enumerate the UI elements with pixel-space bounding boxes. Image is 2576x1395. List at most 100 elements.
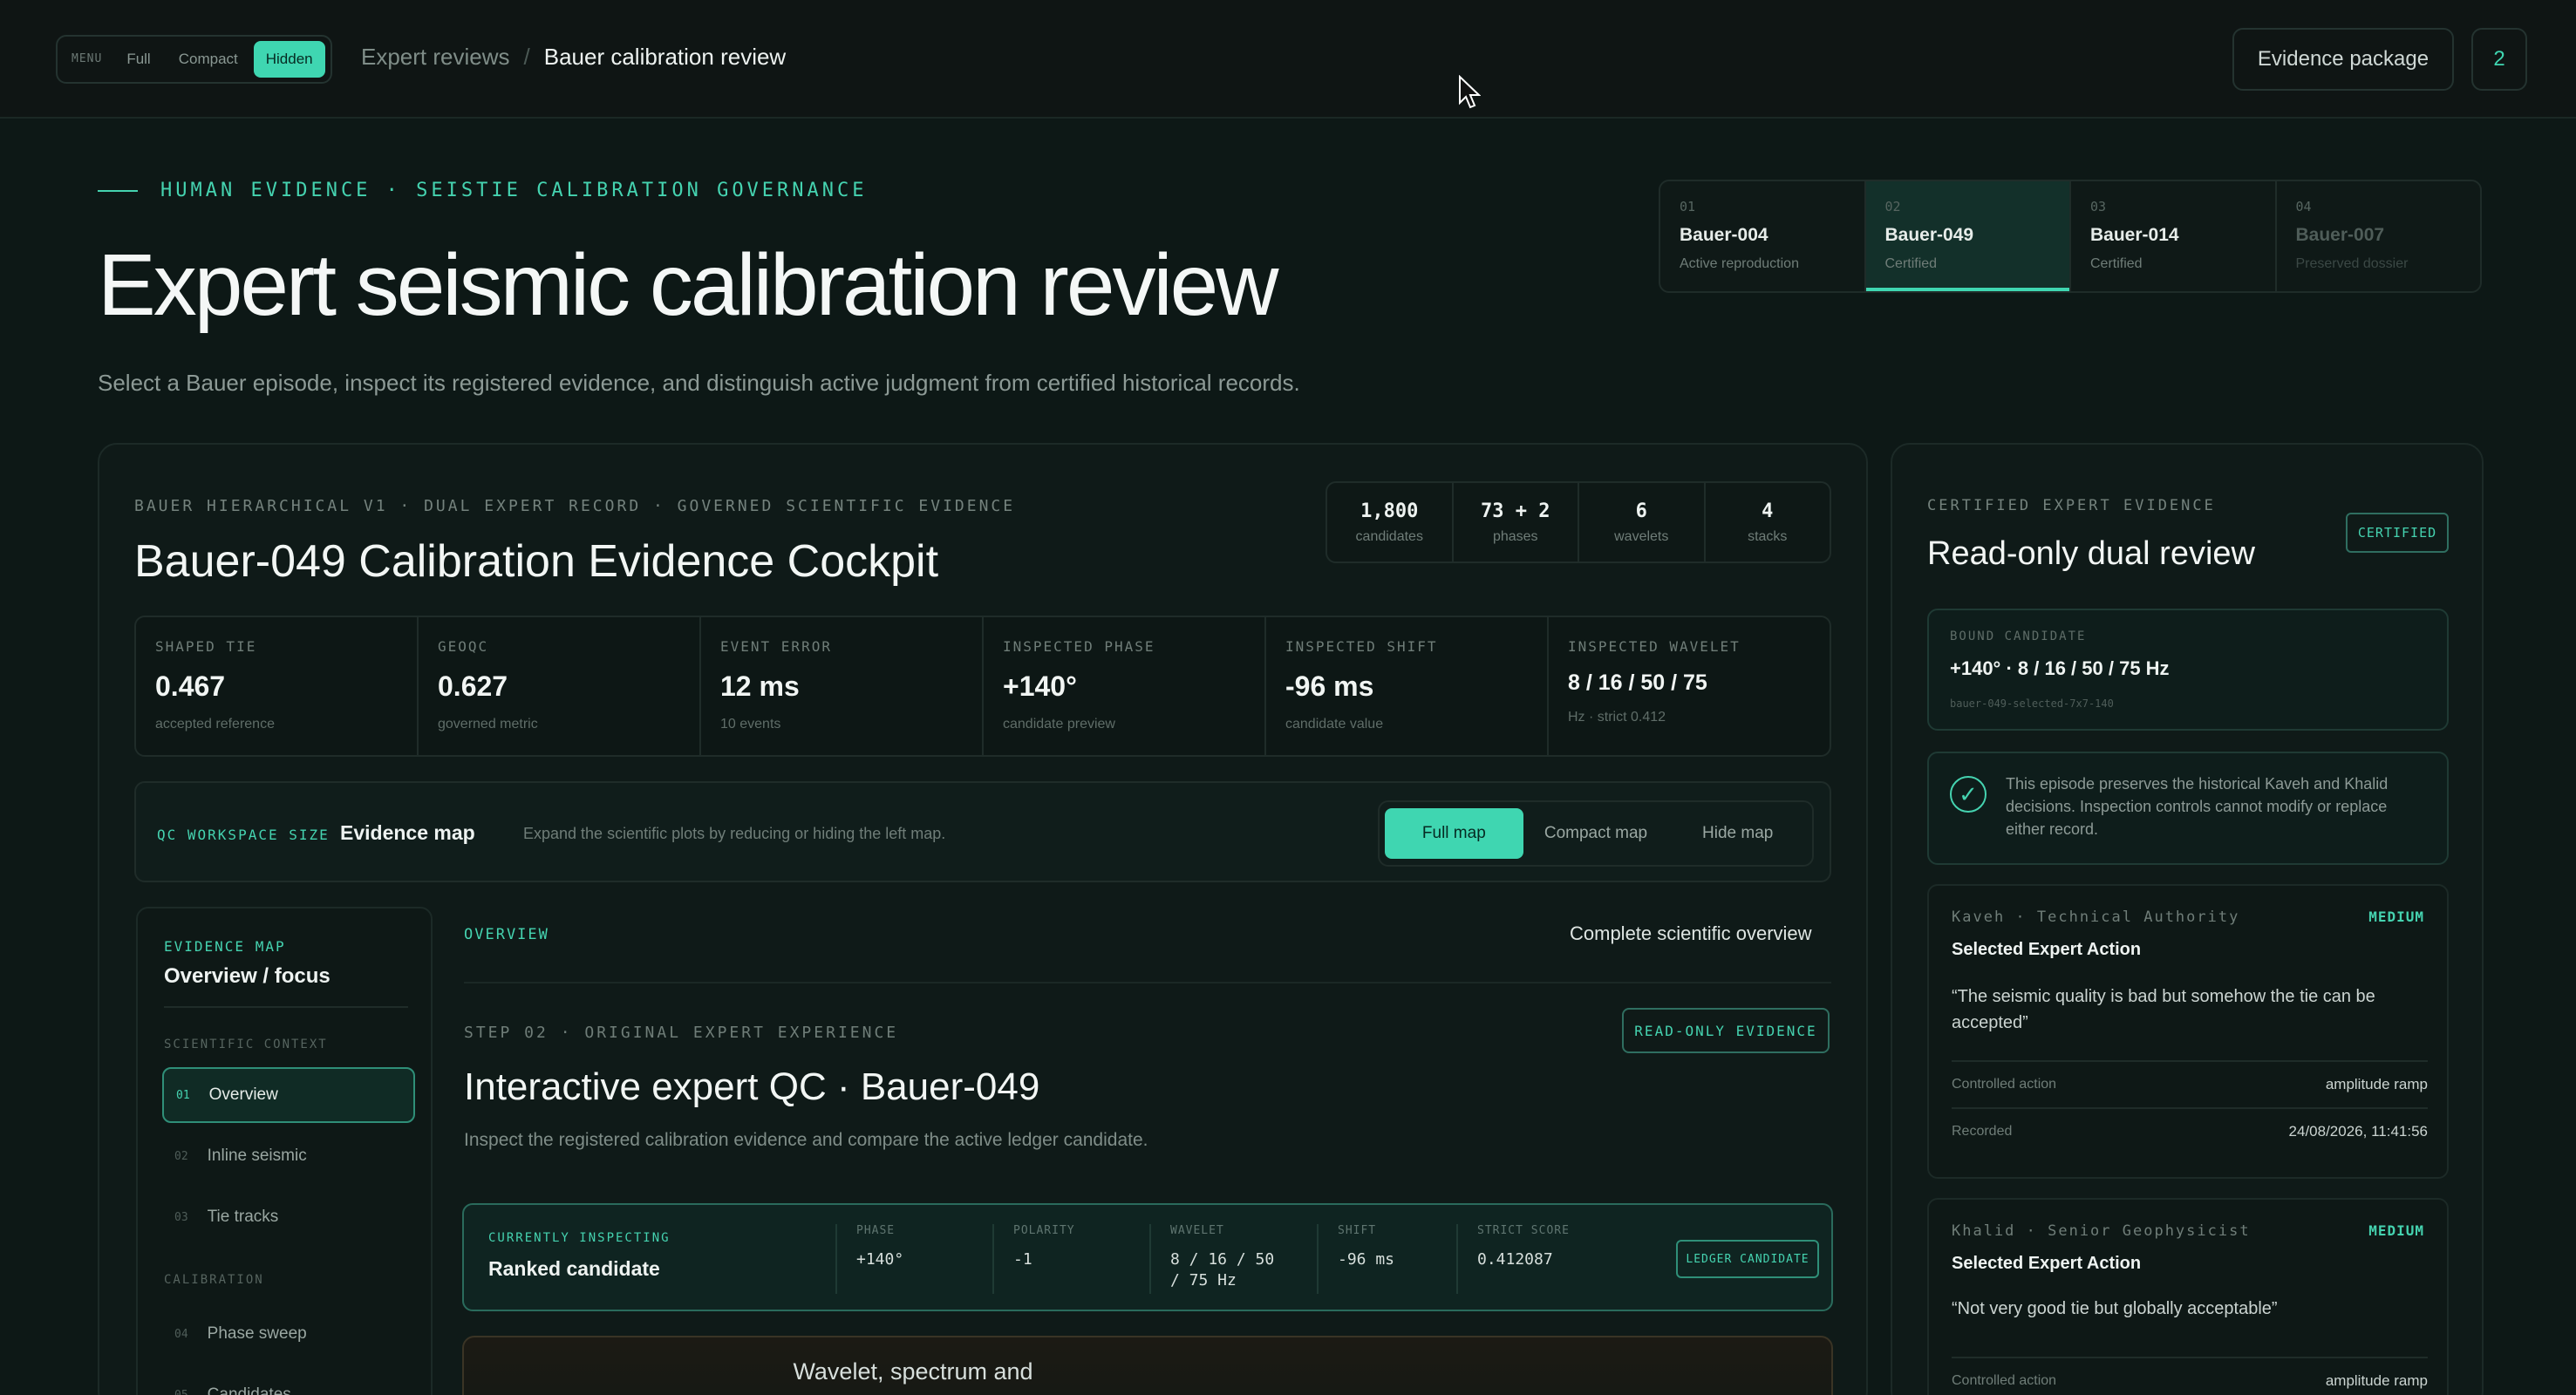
metric-shaped-tie: SHAPED TIE 0.467 accepted reference <box>136 617 419 755</box>
nav-group-calibration: CALIBRATION <box>164 1273 264 1287</box>
metric-label: GEOQC <box>438 638 489 655</box>
stat-phases: 73 + 2 phases <box>1454 483 1579 561</box>
review-row-controlled-action: Controlled action amplitude ramp <box>1952 1060 2428 1107</box>
divider <box>464 982 1831 983</box>
mouse-cursor-icon <box>1459 75 1481 109</box>
page-title: Expert seismic calibration review <box>98 236 1278 334</box>
inspect-field-label: STRICT SCORE <box>1477 1224 1570 1237</box>
episode-status: Certified <box>2090 256 2143 271</box>
metric-inspected-shift: INSPECTED SHIFT -96 ms candidate value <box>1266 617 1549 755</box>
episode-tab-bauer-049[interactable]: 02 Bauer-049 Certified <box>1865 181 2071 291</box>
nav-item-tie-tracks[interactable]: 03 Tie tracks <box>162 1189 415 1245</box>
qc-section-title: Interactive expert QC · Bauer-049 <box>464 1065 1040 1108</box>
nav-item-label: Tie tracks <box>207 1208 279 1226</box>
metric-event-error: EVENT ERROR 12 ms 10 events <box>701 617 984 755</box>
review-row-controlled-action: Controlled action amplitude ramp <box>1952 1357 2428 1395</box>
evidence-map-label: EVIDENCE MAP <box>164 938 286 955</box>
episode-tab-bauer-004[interactable]: 01 Bauer-004 Active reproduction <box>1660 181 1866 291</box>
page-subtitle: Select a Bauer episode, inspect its regi… <box>98 370 1300 396</box>
review-level-badge: MEDIUM <box>2368 908 2424 925</box>
nav-item-phase-sweep[interactable]: 04 Phase sweep <box>162 1306 415 1362</box>
metric-strip: SHAPED TIE 0.467 accepted reference GEOQ… <box>134 616 1831 757</box>
nav-item-label: Overview <box>208 1085 278 1104</box>
inspect-field-label: PHASE <box>856 1224 896 1237</box>
stat-label: phases <box>1492 529 1538 544</box>
metric-geoqc: GEOQC 0.627 governed metric <box>419 617 701 755</box>
hero-eyebrow-text: HUMAN EVIDENCE · SEISTIE CALIBRATION GOV… <box>160 180 868 201</box>
nav-item-number: 05 <box>174 1388 188 1395</box>
review-row-value: 24/08/2026, 11:41:56 <box>2288 1123 2428 1140</box>
episode-tab-bauer-014[interactable]: 03 Bauer-014 Certified <box>2071 181 2277 291</box>
inspect-phase: PHASE +140° <box>835 1224 984 1294</box>
episode-tab-bauer-007[interactable]: 04 Bauer-007 Preserved dossier <box>2277 181 2481 291</box>
nav-item-label: Inline seismic <box>207 1147 307 1165</box>
divider <box>164 1006 408 1008</box>
metric-value: 0.627 <box>438 670 508 702</box>
qc-workspace-bar: QC WORKSPACE SIZE Evidence map Expand th… <box>134 781 1831 882</box>
check-icon: ✓ <box>1950 776 1987 813</box>
map-size-switch: Full map Compact map Hide map <box>1378 800 1814 867</box>
review-row-key: Recorded <box>1952 1124 2013 1139</box>
nav-item-overview[interactable]: 01 Overview <box>162 1067 415 1123</box>
overview-scope: Complete scientific overview <box>1570 922 1812 944</box>
cockpit-title: Bauer-049 Calibration Evidence Cockpit <box>134 536 939 587</box>
certified-evidence-panel: CERTIFIED EXPERT EVIDENCE Read-only dual… <box>1891 443 2484 1395</box>
bound-candidate-id: bauer-049-selected-7x7-140 <box>1950 698 2114 710</box>
review-row-value: amplitude ramp <box>2325 1076 2428 1092</box>
inspect-polarity: POLARITY -1 <box>992 1224 1149 1294</box>
stat-wavelets: 6 wavelets <box>1579 483 1706 561</box>
metric-value: +140° <box>1003 670 1077 702</box>
qc-title: Evidence map <box>340 821 475 844</box>
menu-full-button[interactable]: Full <box>114 41 162 78</box>
menu-label: MENU <box>72 52 103 65</box>
review-row-value: amplitude ramp <box>2325 1372 2428 1389</box>
menu-hidden-button[interactable]: Hidden <box>253 41 325 78</box>
breadcrumb-expert-reviews[interactable]: Expert reviews <box>361 44 510 71</box>
full-map-button[interactable]: Full map <box>1385 808 1523 859</box>
certified-title: Read-only dual review <box>1927 535 2255 572</box>
qc-description: Expand the scientific plots by reducing … <box>523 825 946 842</box>
wavelet-panel-title: Wavelet, spectrum and <box>793 1358 1033 1385</box>
metric-inspected-phase: INSPECTED PHASE +140° candidate preview <box>984 617 1266 755</box>
stat-value: 73 + 2 <box>1481 500 1550 522</box>
metric-value: 12 ms <box>720 670 800 702</box>
review-action-title: Selected Expert Action <box>1952 1254 2142 1273</box>
preservation-note: ✓ This episode preserves the historical … <box>1927 752 2449 865</box>
certified-label: CERTIFIED EXPERT EVIDENCE <box>1927 497 2216 514</box>
inspect-field-value: -1 <box>1013 1250 1032 1269</box>
inspect-field-value: 8 / 16 / 50 / 75 Hz <box>1170 1250 1275 1290</box>
review-row-key: Controlled action <box>1952 1373 2057 1388</box>
ledger-candidate-button[interactable]: LEDGER CANDIDATE <box>1676 1240 1819 1278</box>
inspect-title: Ranked candidate <box>488 1257 660 1280</box>
metric-label: EVENT ERROR <box>720 638 832 655</box>
inspect-strict-score: STRICT SCORE 0.412087 <box>1456 1224 1648 1294</box>
compact-map-button[interactable]: Compact map <box>1527 808 1666 859</box>
review-quote: “Not very good tie but globally acceptab… <box>1952 1299 2278 1318</box>
evidence-count-badge[interactable]: 2 <box>2471 28 2527 91</box>
qc-label: QC WORKSPACE SIZE <box>157 827 330 843</box>
nav-item-label: Candidates <box>207 1385 291 1395</box>
episode-name: Bauer-049 <box>1884 225 1974 245</box>
episode-status: Active reproduction <box>1680 256 1799 271</box>
nav-item-candidates[interactable]: 05 Candidates <box>162 1367 415 1395</box>
currently-inspecting-card: CURRENTLY INSPECTING Ranked candidate PH… <box>462 1203 1833 1311</box>
menu-compact-button[interactable]: Compact <box>167 41 250 78</box>
cockpit-stats: 1,800 candidates 73 + 2 phases 6 wavelet… <box>1325 481 1831 563</box>
stat-label: candidates <box>1355 529 1423 544</box>
inspect-label: CURRENTLY INSPECTING <box>488 1231 671 1245</box>
nav-item-inline-seismic[interactable]: 02 Inline seismic <box>162 1128 415 1184</box>
inspect-shift: SHIFT -96 ms <box>1317 1224 1465 1294</box>
hide-map-button[interactable]: Hide map <box>1668 808 1807 859</box>
review-level-badge: MEDIUM <box>2368 1222 2424 1239</box>
reviewer-name: Khalid · Senior Geophysicist <box>1952 1222 2251 1240</box>
episode-name: Bauer-004 <box>1680 225 1768 245</box>
episode-name: Bauer-014 <box>2090 225 2179 245</box>
metric-value: -96 ms <box>1285 670 1374 702</box>
episode-status: Preserved dossier <box>2295 256 2409 271</box>
stat-label: wavelets <box>1614 529 1669 544</box>
nav-group-scientific-context: SCIENTIFIC CONTEXT <box>164 1038 328 1051</box>
nav-item-number: 03 <box>174 1210 188 1224</box>
hero-eyebrow: HUMAN EVIDENCE · SEISTIE CALIBRATION GOV… <box>98 180 868 201</box>
evidence-package-button[interactable]: Evidence package <box>2232 28 2454 91</box>
review-card-khalid: Khalid · Senior Geophysicist MEDIUM Sele… <box>1927 1198 2449 1395</box>
